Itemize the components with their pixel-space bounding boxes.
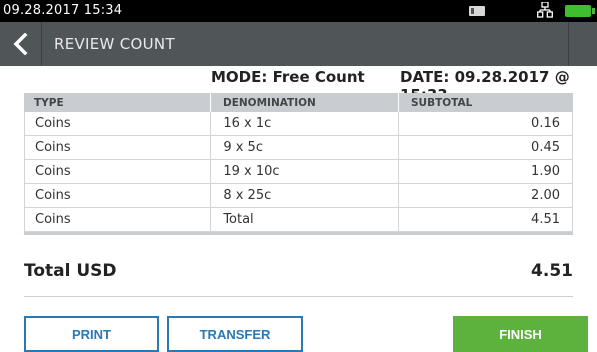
title-bar-divider: [568, 22, 569, 66]
cell-type: Coins: [35, 140, 71, 155]
cell-subtotal: 0.16: [397, 112, 572, 135]
title-bar: REVIEW COUNT: [0, 22, 597, 66]
cell-denomination: 19 x 10c: [210, 160, 397, 183]
status-datetime: 09.28.2017 15:34: [3, 3, 123, 18]
print-button[interactable]: PRINT: [24, 316, 159, 352]
column-header-denomination: DENOMINATION: [210, 93, 398, 112]
cell-denomination: Total: [210, 208, 397, 231]
column-header-type: TYPE: [34, 97, 64, 109]
page-title: REVIEW COUNT: [54, 35, 175, 53]
chevron-left-icon: [13, 33, 28, 55]
cell-denomination: 8 x 25c: [210, 184, 397, 207]
table-footer-bar: [24, 232, 573, 235]
table-row: Coins 16 x 1c 0.16: [24, 112, 573, 136]
table-header: TYPE DENOMINATION SUBTOTAL: [24, 93, 573, 112]
cell-type: Coins: [35, 212, 71, 227]
divider: [24, 296, 573, 297]
cell-subtotal: 1.90: [397, 160, 572, 183]
sd-card-icon: [469, 6, 485, 16]
cell-subtotal: 2.00: [397, 184, 572, 207]
total-value: 4.51: [531, 261, 573, 281]
battery-tip: [592, 8, 595, 14]
count-table: TYPE DENOMINATION SUBTOTAL Coins 16 x 1c…: [24, 93, 573, 235]
table-row: Coins Total 4.51: [24, 208, 573, 232]
cell-denomination: 16 x 1c: [210, 112, 397, 135]
table-row: Coins 19 x 10c 1.90: [24, 160, 573, 184]
cell-subtotal: 4.51: [397, 208, 572, 231]
battery-icon: [565, 5, 591, 17]
cell-type: Coins: [35, 188, 71, 203]
transfer-button[interactable]: TRANSFER: [167, 316, 303, 352]
cell-type: Coins: [35, 116, 71, 131]
network-icon: [537, 2, 553, 18]
back-button[interactable]: [0, 22, 42, 66]
cell-subtotal: 0.45: [397, 136, 572, 159]
column-header-subtotal: SUBTOTAL: [398, 93, 573, 112]
total-label: Total USD: [24, 261, 117, 281]
finish-button[interactable]: FINISH: [453, 316, 588, 352]
status-bar: 09.28.2017 15:34: [0, 0, 597, 22]
cell-denomination: 9 x 5c: [210, 136, 397, 159]
table-row: Coins 9 x 5c 0.45: [24, 136, 573, 160]
table-row: Coins 8 x 25c 2.00: [24, 184, 573, 208]
cell-type: Coins: [35, 164, 71, 179]
mode-label: MODE: Free Count: [211, 68, 365, 86]
